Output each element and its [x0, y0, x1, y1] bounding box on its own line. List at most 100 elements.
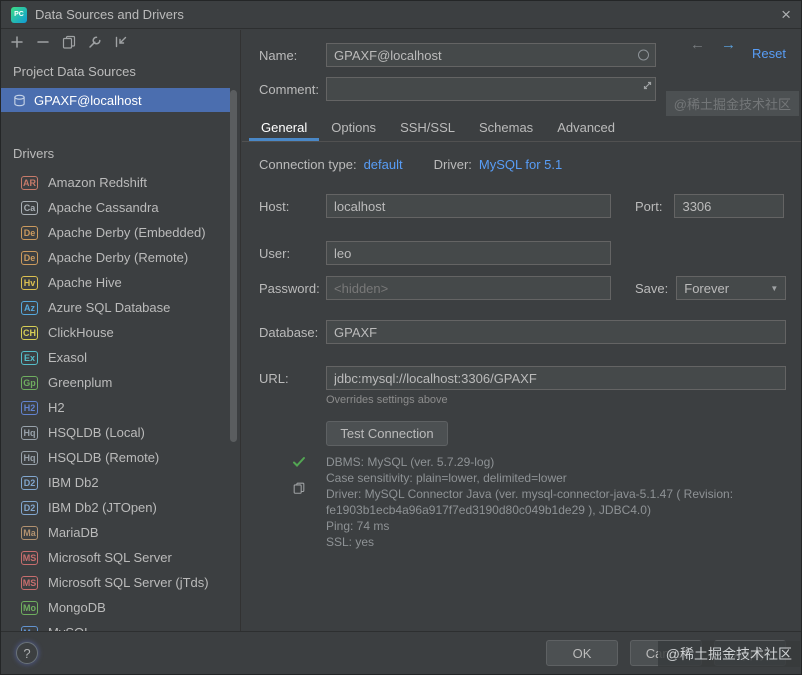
window-title: Data Sources and Drivers	[35, 7, 184, 22]
forward-icon[interactable]: →	[721, 36, 736, 53]
expand-icon[interactable]	[642, 80, 653, 91]
remove-icon[interactable]	[35, 34, 51, 50]
name-input[interactable]	[326, 43, 656, 67]
database-icon	[13, 94, 26, 107]
sidebar-scrollbar[interactable]	[230, 90, 237, 442]
copy-result-icon[interactable]	[292, 481, 306, 498]
driver-item[interactable]: Hq HSQLDB (Remote)	[1, 445, 230, 470]
name-label: Name:	[259, 47, 298, 63]
port-input[interactable]	[674, 194, 785, 218]
password-label: Password:	[259, 280, 320, 296]
save-dropdown-value: Forever	[684, 280, 730, 296]
drivers-list: AR Amazon Redshift Ca Apache Cassandra D…	[1, 170, 230, 631]
url-input[interactable]	[326, 366, 786, 390]
help-button[interactable]: ?	[16, 642, 38, 664]
driver-label: IBM Db2	[48, 475, 99, 490]
driver-icon: Hv	[21, 275, 38, 290]
tab[interactable]: SSH/SSL	[388, 114, 467, 141]
tab[interactable]: General	[249, 114, 319, 141]
driver-label: ClickHouse	[48, 325, 114, 340]
driver-item[interactable]: D2 IBM Db2	[1, 470, 230, 495]
driver-label: MariaDB	[48, 525, 99, 540]
driver-icon: Ma	[21, 525, 38, 540]
test-connection-button[interactable]: Test Connection	[326, 421, 448, 446]
driver-label: Apache Hive	[48, 275, 122, 290]
port-label: Port:	[635, 198, 663, 214]
add-icon[interactable]	[9, 34, 25, 50]
driver-item[interactable]: Gp Greenplum	[1, 370, 230, 395]
main-panel: ← → Reset Name: Comment: General	[242, 30, 801, 631]
save-label: Save:	[635, 280, 669, 296]
driver-item[interactable]: De Apache Derby (Remote)	[1, 245, 230, 270]
database-input[interactable]	[326, 320, 786, 344]
driver-icon: Ca	[21, 200, 38, 215]
driver-label: Apache Derby (Embedded)	[48, 225, 206, 240]
user-input[interactable]	[326, 241, 611, 265]
driver-label: Exasol	[48, 350, 88, 365]
comment-input[interactable]	[326, 77, 656, 101]
comment-row: Comment:	[259, 76, 656, 102]
datasource-item[interactable]: GPAXF@localhost	[1, 88, 230, 112]
driver-icon: Hq	[21, 450, 38, 465]
name-refresh-icon[interactable]	[638, 49, 649, 61]
connection-result: DBMS: MySQL (ver. 5.7.29-log) Case sensi…	[326, 454, 783, 550]
connection-type-row: Connection type: default Driver: MySQL f…	[259, 154, 562, 174]
import-arrow-icon[interactable]	[113, 34, 129, 50]
footer-bar: ? OK Cancel Apply	[1, 631, 801, 674]
driver-item[interactable]: AR Amazon Redshift	[1, 170, 230, 195]
driver-link[interactable]: MySQL for 5.1	[479, 157, 562, 172]
data-sources-dialog: PC Data Sources and Drivers × Project Da…	[0, 0, 802, 675]
driver-item[interactable]: Mo MongoDB	[1, 595, 230, 620]
history-nav: ← →	[690, 36, 736, 53]
driver-icon: Hq	[21, 425, 38, 440]
driver-label: Microsoft SQL Server	[48, 550, 172, 565]
reset-link[interactable]: Reset	[752, 46, 786, 61]
cancel-button[interactable]: Cancel	[630, 640, 702, 666]
driver-item[interactable]: My MySQL	[1, 620, 230, 631]
driver-icon: Ex	[21, 350, 38, 365]
host-input[interactable]	[326, 194, 611, 218]
driver-item[interactable]: Az Azure SQL Database	[1, 295, 230, 320]
driver-label: IBM Db2 (JTOpen)	[48, 500, 157, 515]
comment-label: Comment:	[259, 81, 319, 97]
driver-item[interactable]: MS Microsoft SQL Server	[1, 545, 230, 570]
save-dropdown[interactable]: Forever ▼	[676, 276, 787, 300]
datasource-label: GPAXF@localhost	[34, 92, 142, 108]
driver-label: Azure SQL Database	[48, 300, 171, 315]
driver-item[interactable]: Ma MariaDB	[1, 520, 230, 545]
driver-item[interactable]: De Apache Derby (Embedded)	[1, 220, 230, 245]
sidebar-toolbar	[9, 34, 129, 50]
result-line: DBMS: MySQL (ver. 5.7.29-log)	[326, 455, 495, 469]
driver-item[interactable]: CH ClickHouse	[1, 320, 230, 345]
driver-item[interactable]: H2 H2	[1, 395, 230, 420]
tab[interactable]: Options	[319, 114, 388, 141]
close-icon[interactable]: ×	[781, 6, 791, 23]
password-input[interactable]	[326, 276, 611, 300]
driver-icon: Az	[21, 300, 38, 315]
driver-item[interactable]: Ex Exasol	[1, 345, 230, 370]
user-row: User:	[259, 240, 611, 266]
sidebar: Project Data Sources GPAXF@localhost Dri…	[1, 30, 241, 631]
wrench-icon[interactable]	[87, 34, 103, 50]
driver-icon: Gp	[21, 375, 38, 390]
duplicate-icon[interactable]	[61, 34, 77, 50]
back-icon[interactable]: ←	[690, 36, 705, 53]
driver-item[interactable]: Hq HSQLDB (Local)	[1, 420, 230, 445]
driver-item[interactable]: Hv Apache Hive	[1, 270, 230, 295]
driver-label: Amazon Redshift	[48, 175, 147, 190]
ok-button[interactable]: OK	[546, 640, 618, 666]
driver-label-text: Driver:	[433, 156, 472, 172]
tab[interactable]: Schemas	[467, 114, 545, 141]
connection-type-link[interactable]: default	[364, 157, 403, 172]
connection-type-label: Connection type:	[259, 156, 357, 172]
tab[interactable]: Advanced	[545, 114, 627, 141]
result-line: Case sensitivity: plain=lower, delimited…	[326, 471, 567, 485]
datasource-list: GPAXF@localhost	[1, 88, 230, 112]
driver-item[interactable]: MS Microsoft SQL Server (jTds)	[1, 570, 230, 595]
driver-item[interactable]: Ca Apache Cassandra	[1, 195, 230, 220]
driver-item[interactable]: D2 IBM Db2 (JTOpen)	[1, 495, 230, 520]
driver-icon: AR	[21, 175, 38, 190]
driver-label: MongoDB	[48, 600, 106, 615]
result-icons	[292, 455, 306, 498]
apply-button[interactable]: Apply	[714, 640, 786, 666]
